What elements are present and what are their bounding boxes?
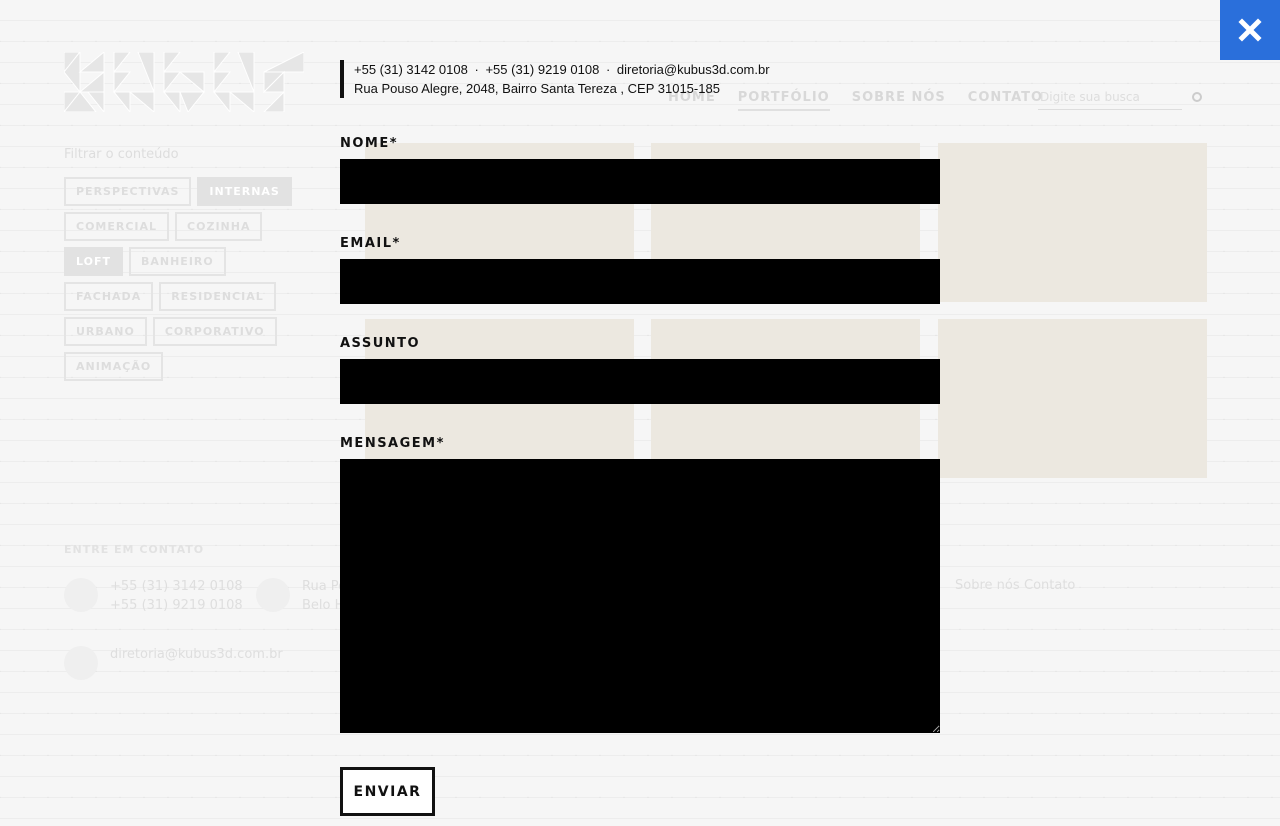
tag: URBANO — [64, 317, 147, 346]
mail-icon — [64, 646, 98, 680]
contact-email: diretoria@kubus3d.com.br — [616, 62, 770, 77]
nav-about: SOBRE NÓS — [851, 90, 946, 105]
tag: LOFT — [64, 247, 123, 276]
location-icon — [256, 578, 290, 612]
search-field: Digite sua busca — [1038, 86, 1182, 110]
footer-address2: Belo H — [302, 598, 345, 613]
email-field[interactable] — [340, 259, 940, 304]
footer-title: ENTRE EM CONTATO — [64, 543, 205, 556]
tag: COMERCIAL — [64, 212, 170, 241]
contact-line-1: +55 (31) 3142 0108 · +55 (31) 9219 0108 … — [354, 60, 770, 79]
filter-tags: PERSPECTIVAS INTERNAS COMERCIAL COZINHA … — [64, 177, 304, 381]
subject-label: ASSUNTO — [340, 336, 421, 351]
tag: RESIDENCIAL — [159, 282, 276, 311]
search-icon — [1192, 92, 1202, 102]
tag: INTERNAS — [197, 177, 292, 206]
contact-info: +55 (31) 3142 0108 · +55 (31) 9219 0108 … — [340, 60, 770, 98]
contact-address: Rua Pouso Alegre, 2048, Bairro Santa Ter… — [354, 81, 720, 96]
name-label: NOME* — [340, 136, 399, 151]
contact-phone2: +55 (31) 9219 0108 — [485, 62, 600, 77]
tag: FACHADA — [64, 282, 154, 311]
portfolio-thumb — [938, 319, 1207, 478]
close-icon — [1238, 18, 1262, 42]
footer-phone2: +55 (31) 9219 0108 — [110, 598, 243, 613]
name-field[interactable] — [340, 159, 940, 204]
tag: COZINHA — [175, 212, 263, 241]
send-button[interactable]: ENVIAR — [340, 767, 435, 816]
message-label: MENSAGEM* — [340, 436, 445, 451]
tag: BANHEIRO — [129, 247, 226, 276]
email-label: EMAIL* — [340, 236, 401, 251]
filter-label: Filtrar o conteúdo — [64, 147, 179, 162]
phone-icon — [64, 578, 98, 612]
portfolio-thumb — [938, 143, 1207, 302]
tag: PERSPECTIVAS — [64, 177, 192, 206]
nav-contact: CONTATO — [967, 90, 1044, 105]
kubus-logo — [64, 52, 304, 112]
footer-email: diretoria@kubus3d.com.br — [110, 647, 283, 662]
footer-phone1: +55 (31) 3142 0108 — [110, 579, 243, 594]
separator: · — [605, 62, 611, 77]
footer-link-about: Sobre nós — [955, 578, 1020, 593]
message-field[interactable] — [340, 459, 940, 733]
footer-link-contact: Contato — [1024, 578, 1076, 593]
separator: · — [474, 62, 479, 77]
contact-phone1: +55 (31) 3142 0108 — [354, 62, 468, 77]
tag: CORPORATIVO — [152, 317, 277, 346]
close-button[interactable] — [1220, 0, 1280, 60]
subject-field[interactable] — [340, 359, 940, 404]
tag: ANIMAÇÃO — [64, 352, 164, 381]
